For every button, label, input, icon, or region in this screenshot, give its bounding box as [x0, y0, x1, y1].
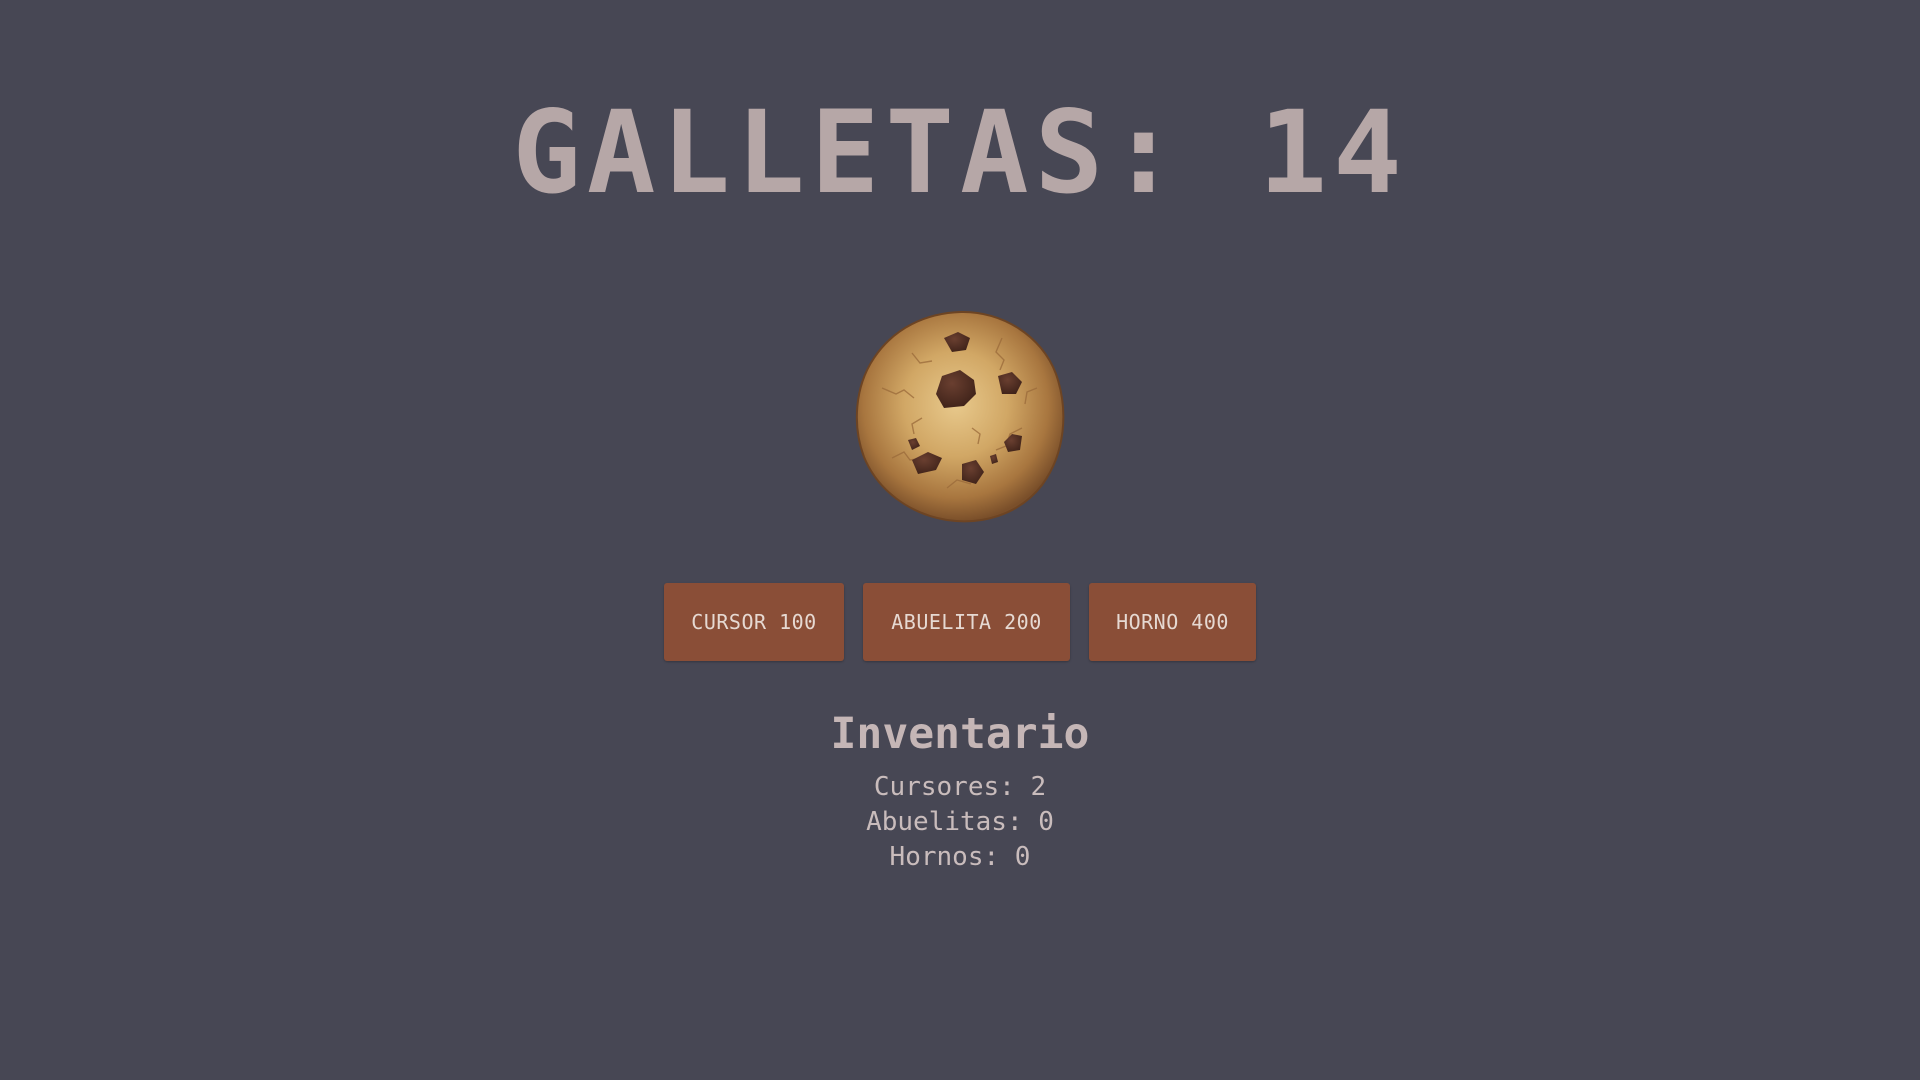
buy-cursor-button[interactable]: CURSOR 100	[664, 583, 844, 661]
game-page: GALLETAS: 14 CURSOR 100 ABUELITA 200 HOR…	[0, 0, 1920, 1080]
shop-bar: CURSOR 100 ABUELITA 200 HORNO 400	[0, 583, 1920, 661]
inventory-abuelitas: Abuelitas: 0	[866, 807, 1054, 837]
cookie-counter: GALLETAS: 14	[512, 86, 1408, 219]
inventory-cursores: Cursores: 2	[873, 772, 1047, 802]
cookie-icon	[855, 310, 1065, 523]
inventory-hornos: Hornos: 0	[889, 842, 1031, 872]
cookie-button[interactable]	[852, 308, 1070, 526]
inventory-panel: Inventario Cursores: 2 Abuelitas: 0 Horn…	[0, 706, 1920, 875]
buy-abuelita-button[interactable]: ABUELITA 200	[863, 583, 1070, 661]
inventory-title: Inventario	[830, 709, 1090, 759]
buy-horno-button[interactable]: HORNO 400	[1089, 583, 1256, 661]
